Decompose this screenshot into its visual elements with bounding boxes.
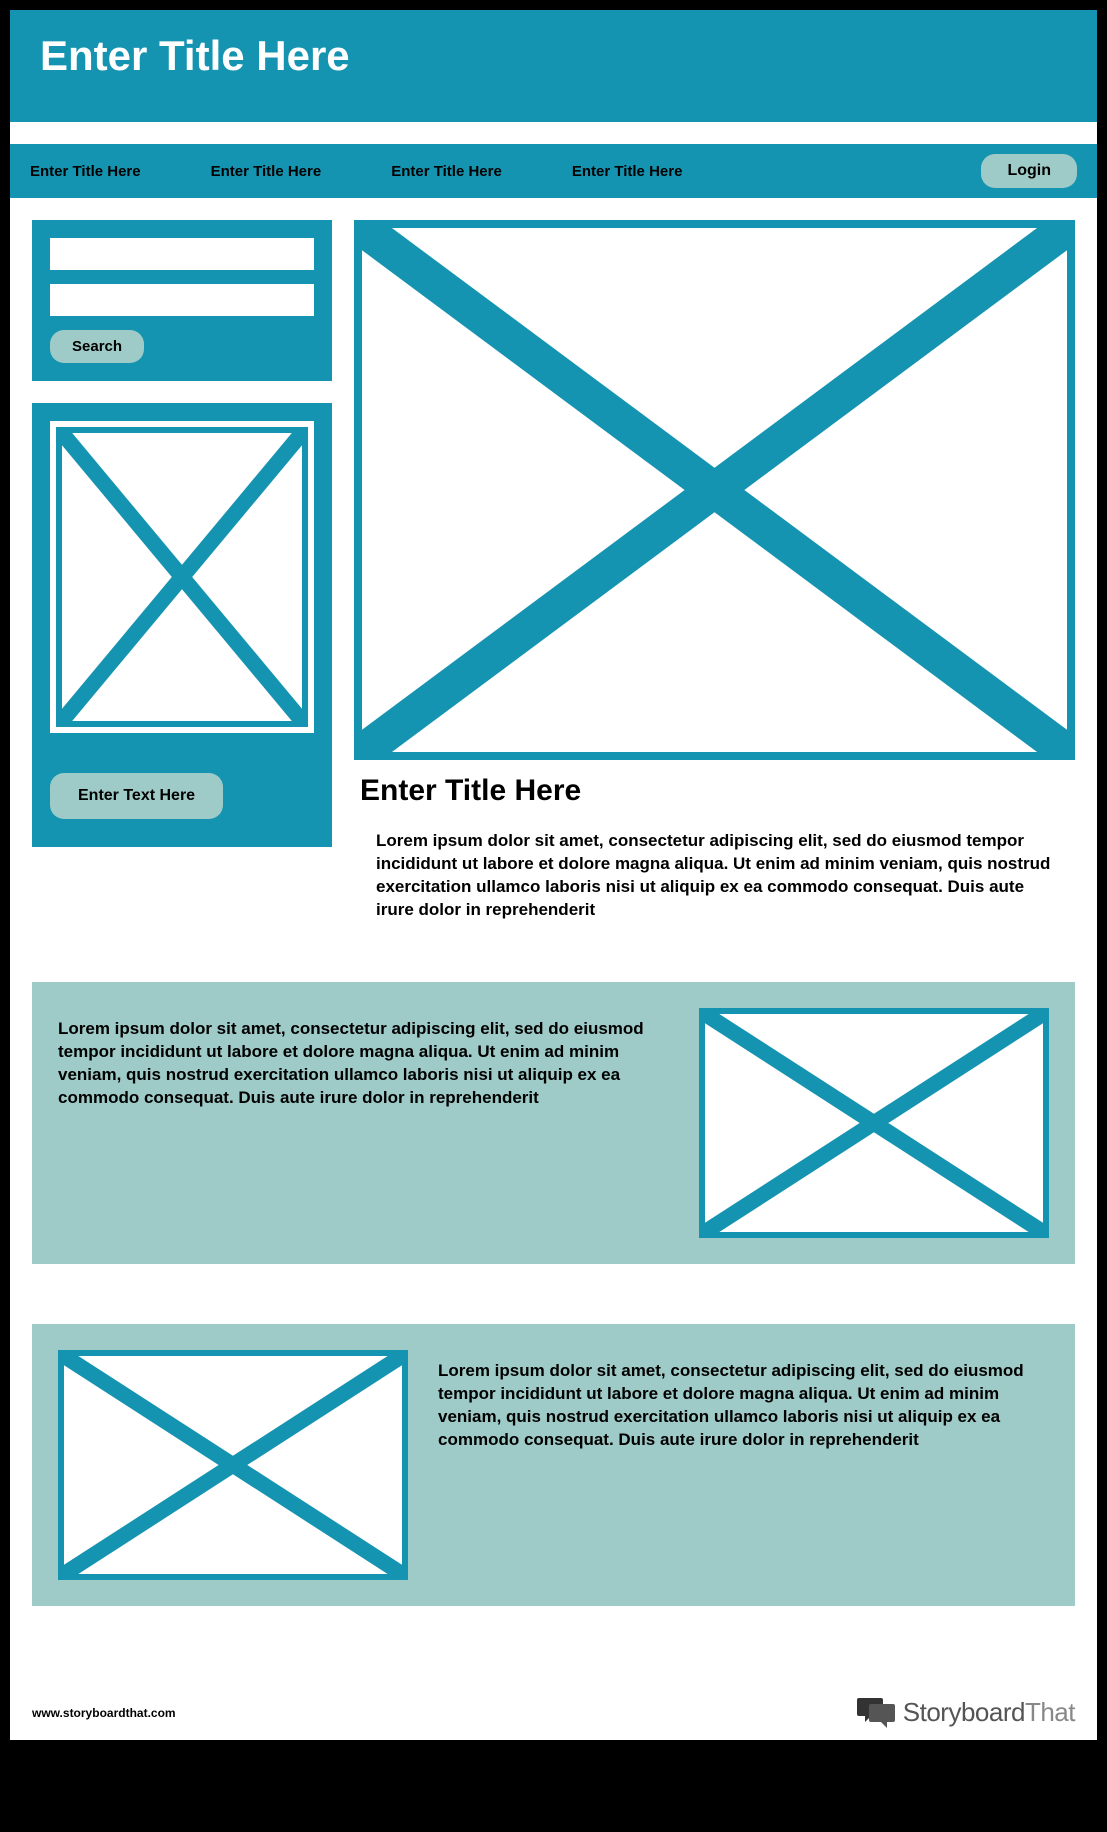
- page-wireframe: Enter Title Here Enter Title Here Enter …: [10, 10, 1097, 1740]
- speech-bubble-icon: [857, 1696, 897, 1730]
- left-column: Search Enter Text Here: [32, 220, 332, 922]
- search-input-1[interactable]: [50, 238, 314, 270]
- sidebar-image-wrap: [50, 421, 314, 733]
- enter-text-button[interactable]: Enter Text Here: [50, 773, 223, 819]
- page-title: Enter Title Here: [40, 32, 1067, 80]
- search-input-2[interactable]: [50, 284, 314, 316]
- content-band-1: Lorem ipsum dolor sit amet, consectetur …: [32, 982, 1075, 1264]
- nav-item-1[interactable]: Enter Title Here: [30, 163, 141, 180]
- nav-item-2[interactable]: Enter Title Here: [211, 163, 322, 180]
- search-panel: Search: [32, 220, 332, 381]
- header-bar: Enter Title Here: [10, 10, 1097, 122]
- nav-item-3[interactable]: Enter Title Here: [391, 163, 502, 180]
- band-1-image-placeholder-icon: [699, 1008, 1049, 1238]
- band-2-image-placeholder-icon: [58, 1350, 408, 1580]
- login-button[interactable]: Login: [981, 154, 1077, 188]
- hero-image-placeholder-icon: [354, 220, 1075, 760]
- sidebar-card: Enter Text Here: [32, 403, 332, 847]
- band-2-text: Lorem ipsum dolor sit amet, consectetur …: [438, 1350, 1049, 1452]
- footer: www.storyboardthat.com StoryboardThat: [10, 1666, 1097, 1740]
- image-placeholder-icon: [56, 427, 308, 727]
- navbar: Enter Title Here Enter Title Here Enter …: [10, 144, 1097, 198]
- brand-text: StoryboardThat: [903, 1697, 1075, 1728]
- content-row: Search Enter Text Here: [10, 198, 1097, 922]
- main-body-text: Lorem ipsum dolor sit amet, consectetur …: [354, 830, 1075, 922]
- section-title: Enter Title Here: [360, 774, 1075, 808]
- search-button[interactable]: Search: [50, 330, 144, 363]
- footer-url: www.storyboardthat.com: [32, 1706, 176, 1720]
- nav-item-4[interactable]: Enter Title Here: [572, 163, 683, 180]
- brand-logo: StoryboardThat: [857, 1696, 1075, 1730]
- content-band-2: Lorem ipsum dolor sit amet, consectetur …: [32, 1324, 1075, 1606]
- band-1-text: Lorem ipsum dolor sit amet, consectetur …: [58, 1008, 669, 1110]
- right-column: Enter Title Here Lorem ipsum dolor sit a…: [354, 220, 1075, 922]
